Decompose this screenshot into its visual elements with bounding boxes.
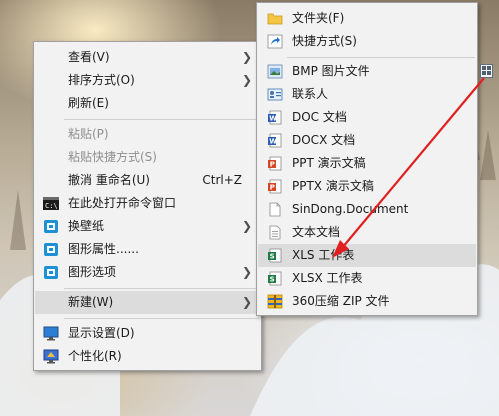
submenu-item-contact[interactable]: 联系人 bbox=[258, 83, 476, 106]
text-document-icon bbox=[269, 225, 281, 240]
menu-item-undo-rename[interactable]: 撤消 重命名(U) Ctrl+Z bbox=[35, 169, 260, 192]
chevron-right-icon: ❯ bbox=[241, 73, 252, 87]
menu-item-label: 换壁纸 bbox=[68, 219, 105, 233]
menu-item-label: XLSX 工作表 bbox=[292, 271, 363, 285]
bmp-icon bbox=[267, 64, 283, 79]
personalize-icon bbox=[43, 349, 59, 364]
shortcut-label: Ctrl+Z bbox=[202, 173, 242, 187]
menu-item-display-settings[interactable]: 显示设置(D) bbox=[35, 322, 260, 345]
menu-item-personalize[interactable]: 个性化(R) bbox=[35, 345, 260, 368]
menu-item-label: PPT 演示文稿 bbox=[292, 156, 366, 170]
menu-item-paste-shortcut[interactable]: 粘贴快捷方式(S) bbox=[35, 146, 260, 169]
submenu-item-ppt[interactable]: P PPT 演示文稿 bbox=[258, 152, 476, 175]
graphics-icon bbox=[44, 220, 58, 233]
menu-item-sort-by[interactable]: 排序方式(O) ❯ bbox=[35, 69, 260, 92]
menu-separator bbox=[64, 318, 259, 319]
svg-text:P: P bbox=[270, 161, 275, 169]
submenu-item-xlsx[interactable]: S XLSX 工作表 bbox=[258, 267, 476, 290]
svg-text:W: W bbox=[269, 115, 277, 123]
menu-item-label: 图形选项 bbox=[68, 265, 117, 279]
submenu-item-doc[interactable]: W DOC 文档 bbox=[258, 106, 476, 129]
grid-icon bbox=[482, 66, 491, 75]
menu-item-label: 文件夹(F) bbox=[292, 11, 345, 25]
word-icon: W bbox=[268, 110, 282, 125]
svg-text:P: P bbox=[270, 184, 275, 192]
submenu-item-xls[interactable]: S XLS 工作表 bbox=[258, 244, 476, 267]
menu-item-refresh[interactable]: 刷新(E) bbox=[35, 92, 260, 115]
menu-item-label: DOCX 文档 bbox=[292, 133, 356, 147]
menu-item-label: BMP 图片文件 bbox=[292, 64, 370, 78]
graphics-icon bbox=[44, 243, 58, 256]
menu-item-label: 360压缩 ZIP 文件 bbox=[292, 294, 390, 308]
submenu-item-text-document[interactable]: 文本文档 bbox=[258, 221, 476, 244]
menu-item-change-wallpaper[interactable]: 换壁纸 ❯ bbox=[35, 215, 260, 238]
chevron-right-icon: ❯ bbox=[241, 265, 252, 279]
menu-item-paste[interactable]: 粘贴(P) bbox=[35, 123, 260, 146]
menu-separator bbox=[64, 119, 259, 120]
chevron-right-icon: ❯ bbox=[241, 219, 252, 233]
menu-item-label: 粘贴(P) bbox=[68, 127, 109, 141]
submenu-item-pptx[interactable]: P PPTX 演示文稿 bbox=[258, 175, 476, 198]
excel-icon: S bbox=[268, 271, 282, 286]
menu-item-label: 排序方式(O) bbox=[68, 73, 135, 87]
svg-text:W: W bbox=[269, 138, 277, 146]
chevron-right-icon: ❯ bbox=[241, 295, 252, 309]
menu-item-graphics-properties[interactable]: 图形属性...... bbox=[35, 238, 260, 261]
menu-item-label: SinDong.Document bbox=[292, 202, 409, 216]
ppt-icon: P bbox=[268, 179, 282, 194]
svg-text:C:\: C:\ bbox=[45, 202, 58, 210]
menu-item-graphics-options[interactable]: 图形选项 ❯ bbox=[35, 261, 260, 284]
menu-item-new[interactable]: 新建(W) ❯ bbox=[35, 291, 260, 314]
submenu-item-sindong-document[interactable]: SinDong.Document bbox=[258, 198, 476, 221]
menu-item-label: 在此处打开命令窗口 bbox=[68, 196, 177, 210]
contact-icon bbox=[267, 88, 283, 101]
menu-item-label: 图形属性...... bbox=[68, 242, 139, 256]
word-icon: W bbox=[268, 133, 282, 148]
menu-item-label: XLS 工作表 bbox=[292, 248, 355, 262]
desktop-context-menu: 查看(V) ❯ 排序方式(O) ❯ 刷新(E) 粘贴(P) 粘贴快捷方式(S) … bbox=[33, 41, 262, 371]
menu-separator bbox=[64, 288, 259, 289]
menu-item-label: 个性化(R) bbox=[68, 349, 122, 363]
zip-icon bbox=[267, 294, 283, 309]
blank-document-icon bbox=[269, 202, 281, 217]
svg-text:S: S bbox=[270, 276, 275, 284]
menu-item-label: PPTX 演示文稿 bbox=[292, 179, 374, 193]
cmd-icon: C:\ bbox=[43, 197, 59, 210]
menu-item-label: DOC 文档 bbox=[292, 110, 347, 124]
desktop-file-icon[interactable] bbox=[480, 64, 493, 78]
menu-item-label: 快捷方式(S) bbox=[292, 34, 357, 48]
menu-item-label: 刷新(E) bbox=[68, 96, 109, 110]
new-submenu: 文件夹(F) 快捷方式(S) BMP 图片文件 联系人 W DOC 文档 W D… bbox=[256, 2, 478, 316]
excel-icon: S bbox=[268, 248, 282, 263]
menu-item-label: 查看(V) bbox=[68, 50, 110, 64]
submenu-item-folder[interactable]: 文件夹(F) bbox=[258, 7, 476, 30]
submenu-item-bmp[interactable]: BMP 图片文件 bbox=[258, 60, 476, 83]
display-icon bbox=[43, 326, 59, 341]
shortcut-icon bbox=[267, 34, 283, 49]
graphics-icon bbox=[44, 266, 58, 279]
menu-item-label: 显示设置(D) bbox=[68, 326, 135, 340]
menu-item-label: 联系人 bbox=[292, 87, 329, 101]
submenu-item-docx[interactable]: W DOCX 文档 bbox=[258, 129, 476, 152]
folder-icon bbox=[267, 13, 283, 25]
menu-separator bbox=[287, 57, 475, 58]
ppt-icon: P bbox=[268, 156, 282, 171]
menu-item-label: 文本文档 bbox=[292, 225, 341, 239]
submenu-item-360zip[interactable]: 360压缩 ZIP 文件 bbox=[258, 290, 476, 313]
menu-item-label: 撤消 重命名(U) bbox=[68, 173, 150, 187]
menu-item-open-command-window[interactable]: C:\ 在此处打开命令窗口 bbox=[35, 192, 260, 215]
svg-text:S: S bbox=[270, 253, 275, 261]
menu-item-label: 新建(W) bbox=[68, 295, 114, 309]
chevron-right-icon: ❯ bbox=[241, 50, 252, 64]
submenu-item-shortcut[interactable]: 快捷方式(S) bbox=[258, 30, 476, 53]
menu-item-view[interactable]: 查看(V) ❯ bbox=[35, 46, 260, 69]
menu-item-label: 粘贴快捷方式(S) bbox=[68, 150, 157, 164]
